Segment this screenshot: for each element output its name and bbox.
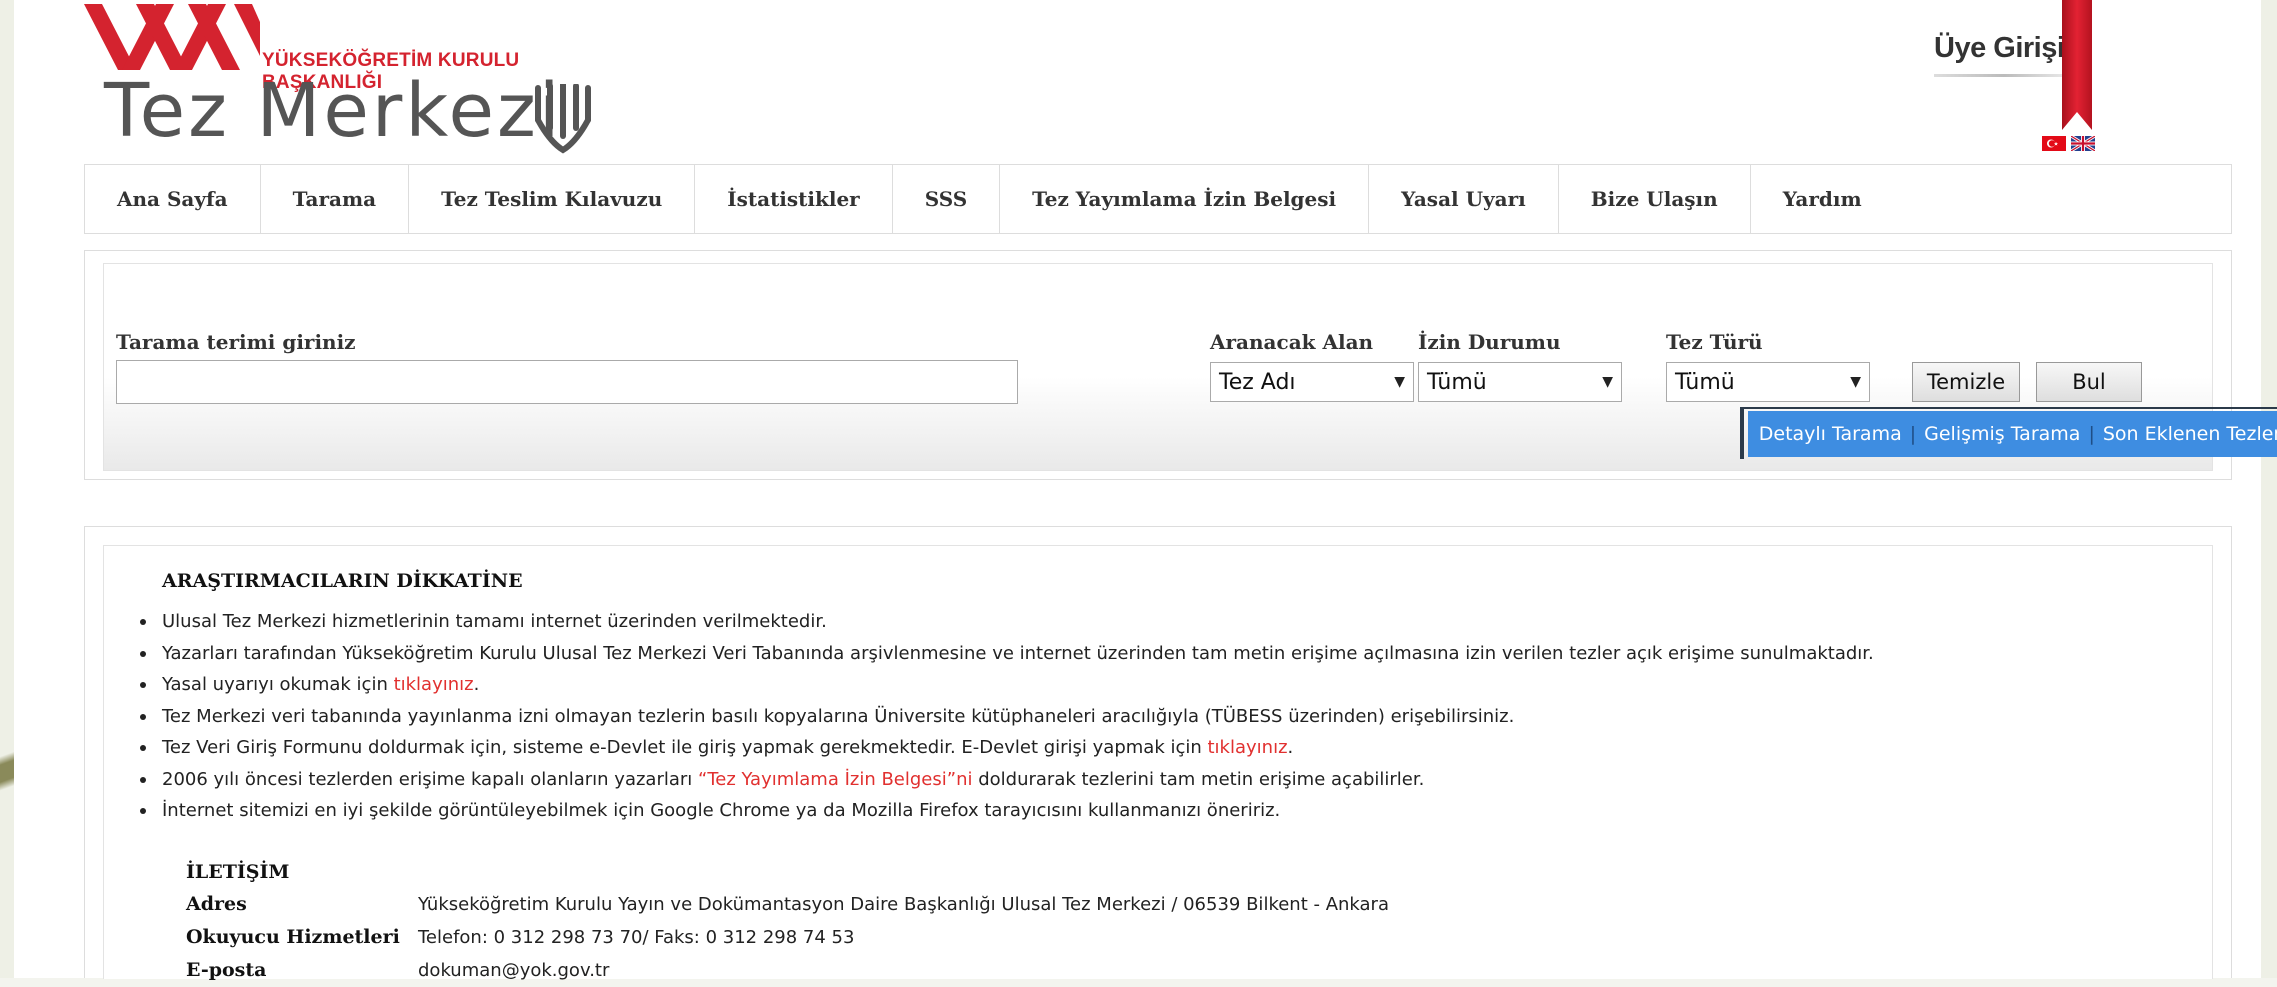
address-key: Adres — [186, 893, 247, 915]
notice-content: ARAŞTIRMACILARIN DİKKATİNE Ulusal Tez Me… — [103, 545, 2213, 981]
list-item: İnternet sitemizi en iyi şekilde görüntü… — [138, 795, 1874, 827]
dropdown-arrow-icon: ▼ — [1394, 374, 1405, 390]
main-nav: Ana Sayfa Tarama Tez Teslim Kılavuzu İst… — [84, 164, 2232, 234]
notice-text: doldurarak tezlerini tam metin erişime a… — [972, 768, 1425, 790]
list-item: Yazarları tarafından Yükseköğretim Kurul… — [138, 638, 1874, 670]
notice-panel: ARAŞTIRMACILARIN DİKKATİNE Ulusal Tez Me… — [84, 526, 2232, 981]
link-separator: | — [1909, 423, 1917, 445]
nav-faq[interactable]: SSS — [893, 165, 1001, 233]
address-value: Yükseköğretim Kurulu Yayın ve Dokümantas… — [418, 894, 1389, 915]
member-login-link[interactable]: Üye Girişi — [1934, 32, 2065, 65]
permission-select[interactable]: Tümü ▼ — [1418, 362, 1622, 402]
search-form: Tarama terimi giriniz Aranacak Alan Tez … — [103, 263, 2277, 471]
member-login-underline — [1934, 74, 2074, 77]
nav-statistics[interactable]: İstatistikler — [695, 165, 893, 233]
brand-title: Tez Merkezi — [104, 68, 563, 154]
contact-row-address: Adres Yükseköğretim Kurulu Yayın ve Dokü… — [186, 888, 1389, 921]
book-logo-icon — [535, 84, 591, 154]
search-field-label: Aranacak Alan — [1210, 330, 1374, 354]
list-item: Tez Merkezi veri tabanında yayınlanma iz… — [138, 701, 1874, 733]
search-field-select[interactable]: Tez Adı ▼ — [1210, 362, 1414, 402]
search-links: Detaylı Tarama | Gelişmiş Tarama | Son E… — [1748, 411, 2277, 457]
clear-button[interactable]: Temizle — [1912, 362, 2020, 402]
nav-publication-permission[interactable]: Tez Yayımlama İzin Belgesi — [1000, 165, 1370, 233]
list-item: Ulusal Tez Merkezi hizmetlerinin tamamı … — [138, 606, 1874, 638]
search-field-value: Tez Adı — [1219, 369, 1296, 395]
nav-search[interactable]: Tarama — [261, 165, 410, 233]
contact-title: İLETİŞİM — [186, 861, 290, 883]
site-logo[interactable]: YÜKSEKÖĞRETİM KURULU BAŞKANLIĞI Tez Merk… — [84, 4, 644, 154]
search-term-label: Tarama terimi giriniz — [116, 330, 356, 354]
advanced-search-link[interactable]: Gelişmiş Tarama — [1924, 423, 2080, 445]
notice-list: Ulusal Tez Merkezi hizmetlerinin tamamı … — [138, 606, 1874, 827]
notice-title: ARAŞTIRMACILARIN DİKKATİNE — [162, 570, 523, 592]
thesis-type-select[interactable]: Tümü ▼ — [1666, 362, 1870, 402]
permission-label: İzin Durumu — [1418, 330, 1561, 354]
contact-row-email: E-posta dokuman@yok.gov.tr — [186, 954, 1389, 987]
language-switcher — [2042, 136, 2095, 151]
email-key: E-posta — [186, 959, 267, 981]
search-term-input[interactable] — [116, 360, 1018, 404]
thesis-type-value: Tümü — [1675, 369, 1735, 395]
nav-help[interactable]: Yardım — [1751, 165, 1894, 233]
list-item: Tez Veri Giriş Formunu doldurmak için, s… — [138, 732, 1874, 764]
dropdown-arrow-icon: ▼ — [1850, 374, 1861, 390]
notice-text: 2006 yılı öncesi tezlerden erişime kapal… — [162, 768, 699, 790]
legal-notice-link[interactable]: tıklayınız — [394, 674, 474, 695]
thesis-type-label: Tez Türü — [1666, 330, 1763, 354]
notice-text: Tez Merkezi veri tabanında yayınlanma iz… — [162, 705, 1515, 727]
permission-value: Tümü — [1427, 369, 1487, 395]
search-panel: Tarama terimi giriniz Aranacak Alan Tez … — [84, 250, 2277, 480]
ribbon-bookmark-icon — [2062, 0, 2092, 130]
list-item: Yasal uyarıyı okumak için tıklayınız. — [138, 669, 1874, 701]
reader-services-key: Okuyucu Hizmetleri — [186, 926, 400, 948]
nav-legal-notice[interactable]: Yasal Uyarı — [1369, 165, 1559, 233]
notice-text: . — [473, 674, 480, 695]
recent-theses-link[interactable]: Son Eklenen Tezler — [2103, 423, 2277, 445]
notice-text: Tez Veri Giriş Formunu doldurmak için, s… — [162, 737, 1208, 758]
reader-services-value: Telefon: 0 312 298 73 70/ Faks: 0 312 29… — [418, 927, 855, 948]
contact-row-reader: Okuyucu Hizmetleri Telefon: 0 312 298 73… — [186, 921, 1389, 954]
nav-submission-guide[interactable]: Tez Teslim Kılavuzu — [409, 165, 696, 233]
nav-contact[interactable]: Bize Ulaşın — [1559, 165, 1751, 233]
page: YÜKSEKÖĞRETİM KURULU BAŞKANLIĞI Tez Merk… — [14, 0, 2277, 981]
notice-text: Yasal uyarıyı okumak için — [162, 674, 394, 695]
search-links-bar: Detaylı Tarama | Gelişmiş Tarama | Son E… — [1740, 407, 2277, 459]
list-item: 2006 yılı öncesi tezlerden erişime kapal… — [138, 764, 1874, 796]
turkish-flag-icon[interactable] — [2042, 136, 2066, 151]
permission-form-link[interactable]: “Tez Yayımlama İzin Belgesi”ni — [698, 769, 972, 790]
edevlet-login-link[interactable]: tıklayınız — [1208, 737, 1288, 758]
email-link[interactable]: dokuman@yok.gov.tr — [418, 954, 609, 987]
right-decor — [2261, 0, 2277, 978]
detailed-search-link[interactable]: Detaylı Tarama — [1759, 423, 1902, 445]
dropdown-arrow-icon: ▼ — [1602, 374, 1613, 390]
english-flag-icon[interactable] — [2071, 136, 2095, 151]
nav-home[interactable]: Ana Sayfa — [85, 165, 261, 233]
contact-section: İLETİŞİM Adres Yükseköğretim Kurulu Yayı… — [186, 856, 1389, 987]
notice-text: Ulusal Tez Merkezi hizmetlerinin tamamı … — [162, 611, 827, 632]
link-separator: | — [2088, 423, 2095, 445]
notice-text: Yazarları tarafından Yükseköğretim Kurul… — [162, 642, 1874, 664]
notice-text: İnternet sitemizi en iyi şekilde görüntü… — [162, 800, 1281, 821]
find-button[interactable]: Bul — [2036, 362, 2142, 402]
yok-logo-icon — [84, 4, 260, 70]
notice-text: . — [1287, 737, 1294, 758]
